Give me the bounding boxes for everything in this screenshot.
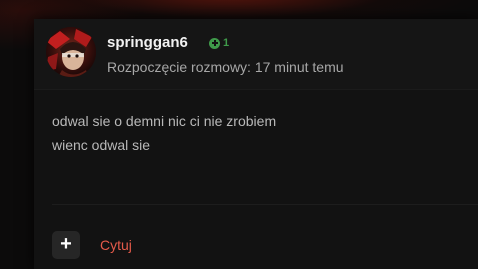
author-username[interactable]: springgan6 (107, 34, 188, 51)
plus-button[interactable]: + (52, 231, 80, 259)
post-body: odwal sie o demni nic ci nie zrobiem wie… (52, 109, 462, 157)
post-body-line: odwal sie o demni nic ci nie zrobiem (52, 113, 277, 129)
avatar-image (46, 27, 96, 77)
post-body-line: wienc odwal sie (52, 137, 151, 153)
post-meta: Rozpoczęcie rozmowy: 17 minut temu (107, 59, 344, 75)
reputation-count: 1 (223, 37, 230, 49)
plus-circle-icon (209, 37, 220, 49)
author-avatar[interactable] (46, 27, 96, 77)
reputation-badge: 1 (209, 37, 229, 49)
post-footer-divider (52, 204, 478, 205)
post-header: springgan6 1 Rozpoczęcie rozmowy: 17 min… (34, 19, 478, 90)
quote-button[interactable]: Cytuj (100, 237, 132, 253)
post-card: springgan6 1 Rozpoczęcie rozmowy: 17 min… (34, 19, 478, 269)
